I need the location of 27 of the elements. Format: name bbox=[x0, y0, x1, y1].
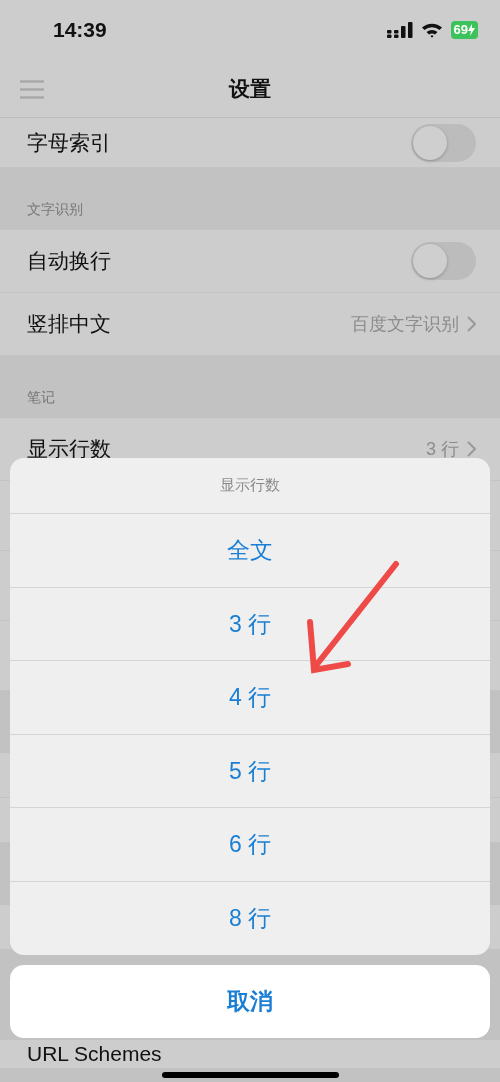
setting-label: 字母索引 bbox=[27, 129, 111, 156]
menu-icon[interactable] bbox=[20, 80, 44, 99]
setting-label: URL Schemes bbox=[27, 1041, 162, 1068]
setting-label: 自动换行 bbox=[27, 248, 111, 275]
option-button[interactable]: 8 行 bbox=[10, 881, 490, 955]
wifi-icon bbox=[420, 22, 443, 38]
option-button[interactable]: 3 行 bbox=[10, 587, 490, 661]
battery-level: 69 bbox=[453, 21, 468, 39]
section-header: 笔记 bbox=[27, 388, 55, 407]
option-button[interactable]: 全文 bbox=[10, 514, 490, 588]
bolt-icon bbox=[468, 24, 475, 36]
status-time: 14:39 bbox=[53, 17, 107, 44]
setting-value: 百度文字识别 bbox=[351, 312, 459, 336]
toggle-switch[interactable] bbox=[411, 123, 476, 162]
toggle-switch[interactable] bbox=[411, 242, 476, 280]
section-header: 文字识别 bbox=[27, 200, 83, 219]
option-button[interactable]: 6 行 bbox=[10, 808, 490, 882]
cancel-button[interactable]: 取消 bbox=[10, 965, 490, 1038]
option-button[interactable]: 4 行 bbox=[10, 661, 490, 735]
sheet-title: 显示行数 bbox=[10, 458, 490, 514]
setting-value: 3 行 bbox=[426, 437, 459, 461]
chevron-icon bbox=[467, 441, 476, 457]
chevron-icon bbox=[467, 316, 476, 332]
signal-icon bbox=[386, 22, 413, 38]
screen-title: 设置 bbox=[229, 75, 271, 102]
setting-label: 竖排中文 bbox=[27, 311, 111, 338]
option-button[interactable]: 5 行 bbox=[10, 734, 490, 808]
